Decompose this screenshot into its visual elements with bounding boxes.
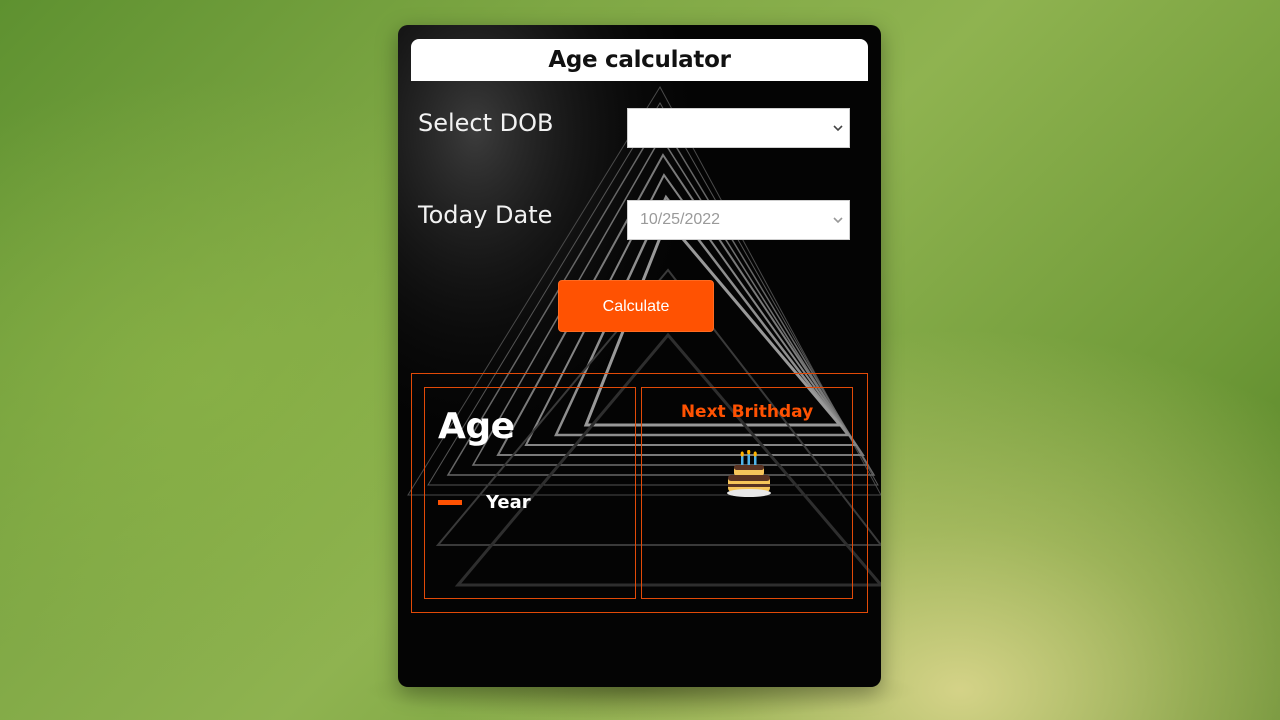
chevron-down-icon[interactable]: [833, 201, 843, 239]
year-label: Year: [486, 492, 531, 513]
next-birthday-panel: Next Brithday: [641, 387, 853, 599]
app-title: Age calculator: [411, 39, 868, 81]
age-calculator-card: Age calculator Select DOB Today Date 10/…: [398, 25, 881, 687]
today-date-input[interactable]: 10/25/2022: [627, 200, 850, 240]
today-date-label: Today Date: [418, 201, 553, 229]
age-heading: Age: [438, 406, 515, 447]
next-birthday-heading: Next Brithday: [680, 402, 814, 422]
age-value: –: [438, 500, 462, 505]
birthday-cake-icon: [727, 450, 771, 497]
today-date-value: 10/25/2022: [640, 211, 721, 228]
results-section: Age – Year Next Brithday: [411, 373, 868, 613]
calculate-button[interactable]: Calculate: [558, 280, 714, 332]
chevron-down-icon[interactable]: [833, 109, 843, 147]
dob-label: Select DOB: [418, 109, 554, 137]
dob-date-input[interactable]: [627, 108, 850, 148]
age-panel: Age – Year: [424, 387, 636, 599]
